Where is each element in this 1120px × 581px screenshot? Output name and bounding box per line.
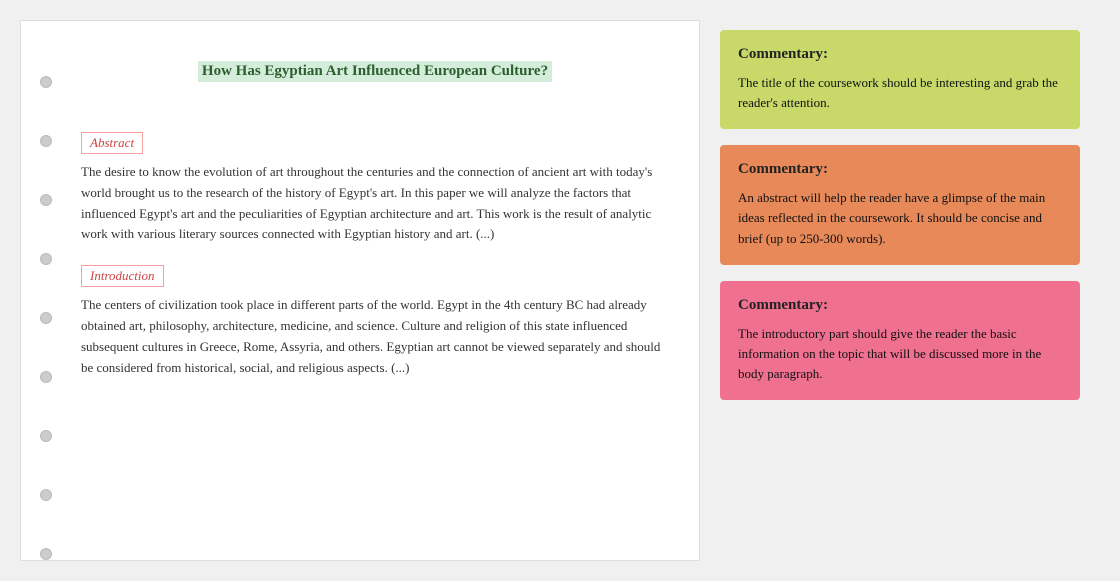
commentary-panel: Commentary: The title of the coursework … [720, 20, 1080, 400]
page-layout: How Has Egyptian Art Influenced European… [20, 20, 1100, 561]
commentary-title-1: Commentary: [738, 46, 1062, 63]
introduction-label: Introduction [81, 265, 164, 287]
abstract-text: The desire to know the evolution of art … [81, 162, 669, 245]
abstract-section: Abstract The desire to know the evolutio… [81, 132, 669, 245]
dot-9 [40, 548, 52, 560]
dot-6 [40, 371, 52, 383]
commentary-title-3: Commentary: [738, 297, 1062, 314]
abstract-label: Abstract [81, 132, 143, 154]
commentary-title-2: Commentary: [738, 161, 1062, 178]
commentary-text-1: The title of the coursework should be in… [738, 73, 1062, 113]
dot-column [21, 21, 71, 560]
commentary-text-2: An abstract will help the reader have a … [738, 188, 1062, 248]
dot-2 [40, 135, 52, 147]
commentary-card-2: Commentary: An abstract will help the re… [720, 145, 1080, 264]
title-wrapper: How Has Egyptian Art Influenced European… [81, 41, 669, 112]
commentary-card-3: Commentary: The introductory part should… [720, 281, 1080, 400]
document-panel: How Has Egyptian Art Influenced European… [20, 20, 700, 561]
commentary-card-1: Commentary: The title of the coursework … [720, 30, 1080, 129]
dot-1 [40, 76, 52, 88]
dot-3 [40, 194, 52, 206]
document-title: How Has Egyptian Art Influenced European… [198, 61, 552, 82]
document-content: How Has Egyptian Art Influenced European… [71, 21, 699, 560]
dot-4 [40, 253, 52, 265]
commentary-text-3: The introductory part should give the re… [738, 324, 1062, 384]
introduction-text: The centers of civilization took place i… [81, 295, 669, 378]
dot-8 [40, 489, 52, 501]
introduction-section: Introduction The centers of civilization… [81, 265, 669, 378]
dot-7 [40, 430, 52, 442]
dot-5 [40, 312, 52, 324]
